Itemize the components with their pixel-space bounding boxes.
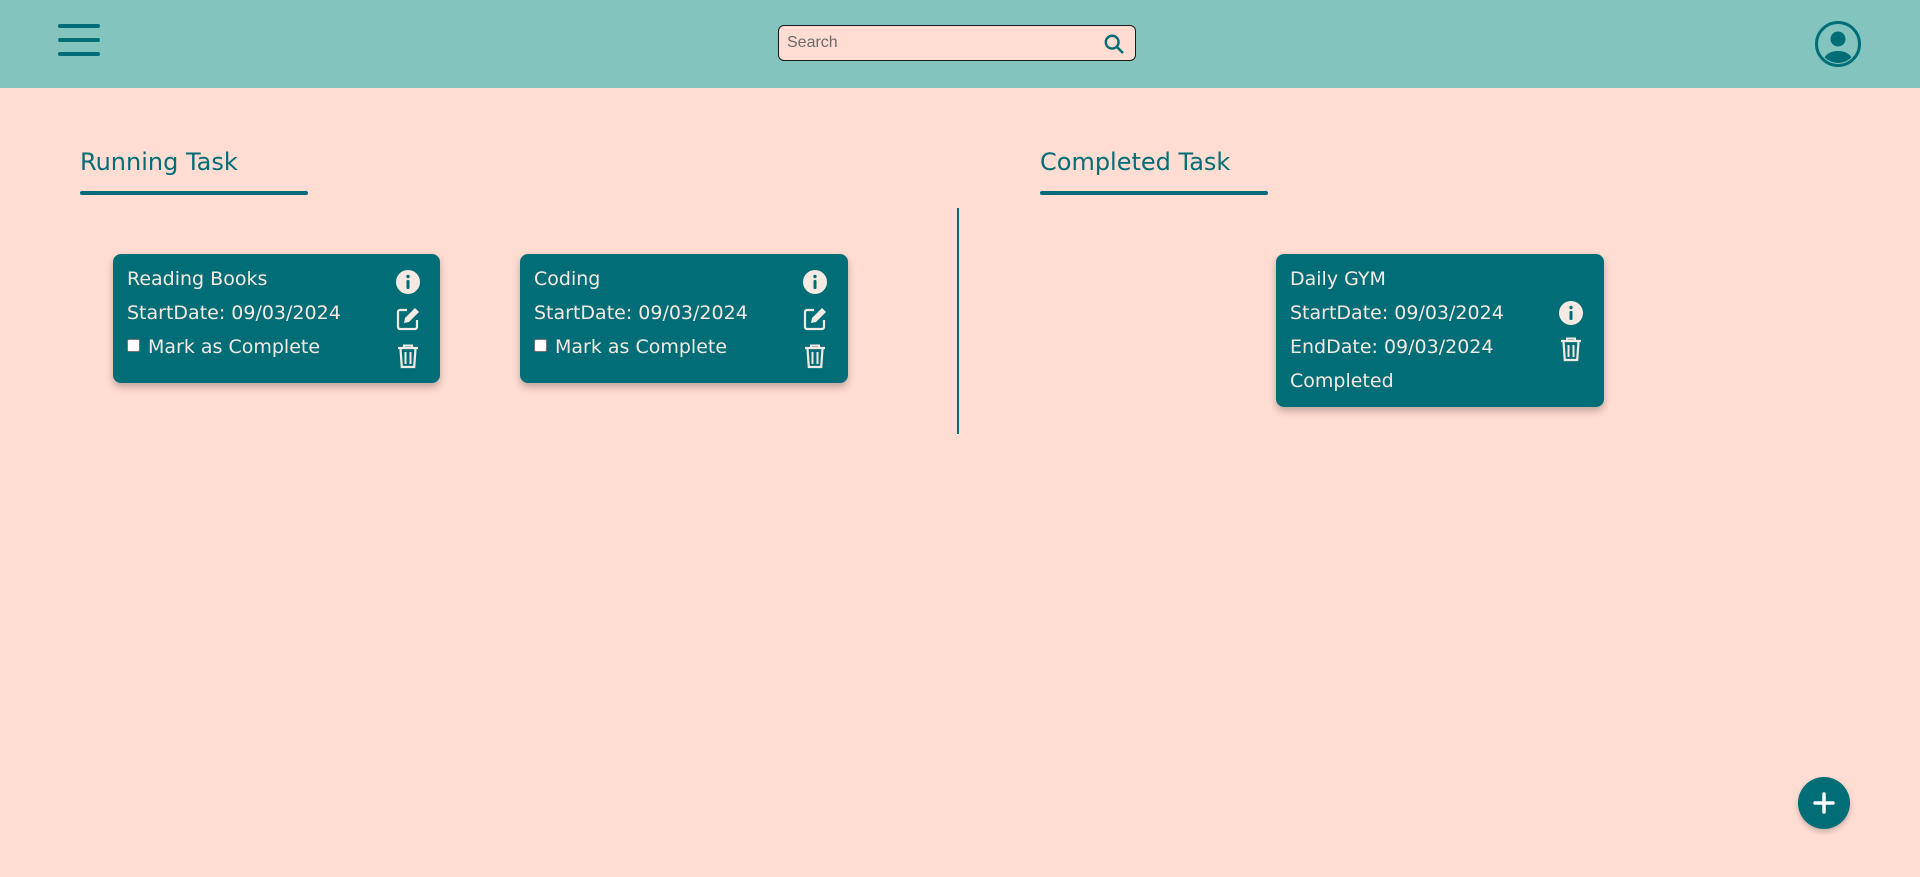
- completed-task-card: Daily GYM StartDate: 09/03/2024 EndDate:…: [1276, 254, 1604, 407]
- search-input[interactable]: [787, 29, 1087, 57]
- running-task-underline: [80, 191, 308, 195]
- task-start-date: StartDate: 09/03/2024: [1290, 302, 1504, 324]
- mark-complete-checkbox[interactable]: [534, 339, 547, 352]
- edit-icon[interactable]: [395, 306, 421, 332]
- mark-complete-label: Mark as Complete: [148, 336, 321, 358]
- menu-icon[interactable]: [58, 22, 100, 58]
- task-start-date: StartDate: 09/03/2024: [127, 302, 341, 324]
- plus-icon: [1813, 792, 1835, 814]
- trash-icon[interactable]: [395, 343, 421, 369]
- running-task-card: Reading Books StartDate: 09/03/2024 Mark…: [113, 254, 440, 383]
- top-bar: [0, 0, 1920, 88]
- completed-task-underline: [1040, 191, 1268, 195]
- task-status: Completed: [1290, 370, 1394, 392]
- info-icon[interactable]: [395, 269, 421, 295]
- trash-icon[interactable]: [802, 343, 828, 369]
- section-divider: [957, 208, 959, 434]
- mark-complete-checkbox[interactable]: [127, 339, 140, 352]
- completed-task-title: Completed Task: [1040, 148, 1231, 176]
- task-title: Reading Books: [127, 268, 268, 290]
- task-title: Coding: [534, 268, 601, 290]
- info-icon[interactable]: [802, 269, 828, 295]
- info-icon[interactable]: [1558, 300, 1584, 326]
- edit-icon[interactable]: [802, 306, 828, 332]
- search-icon[interactable]: [1103, 33, 1125, 55]
- task-end-date: EndDate: 09/03/2024: [1290, 336, 1494, 358]
- trash-icon[interactable]: [1558, 336, 1584, 362]
- running-task-card: Coding StartDate: 09/03/2024 Mark as Com…: [520, 254, 848, 383]
- user-avatar-icon[interactable]: [1814, 20, 1862, 68]
- mark-complete-label: Mark as Complete: [555, 336, 728, 358]
- search-box: [778, 25, 1136, 61]
- task-start-date: StartDate: 09/03/2024: [534, 302, 748, 324]
- running-task-title: Running Task: [80, 148, 238, 176]
- add-task-button[interactable]: [1798, 777, 1850, 829]
- task-title: Daily GYM: [1290, 268, 1386, 290]
